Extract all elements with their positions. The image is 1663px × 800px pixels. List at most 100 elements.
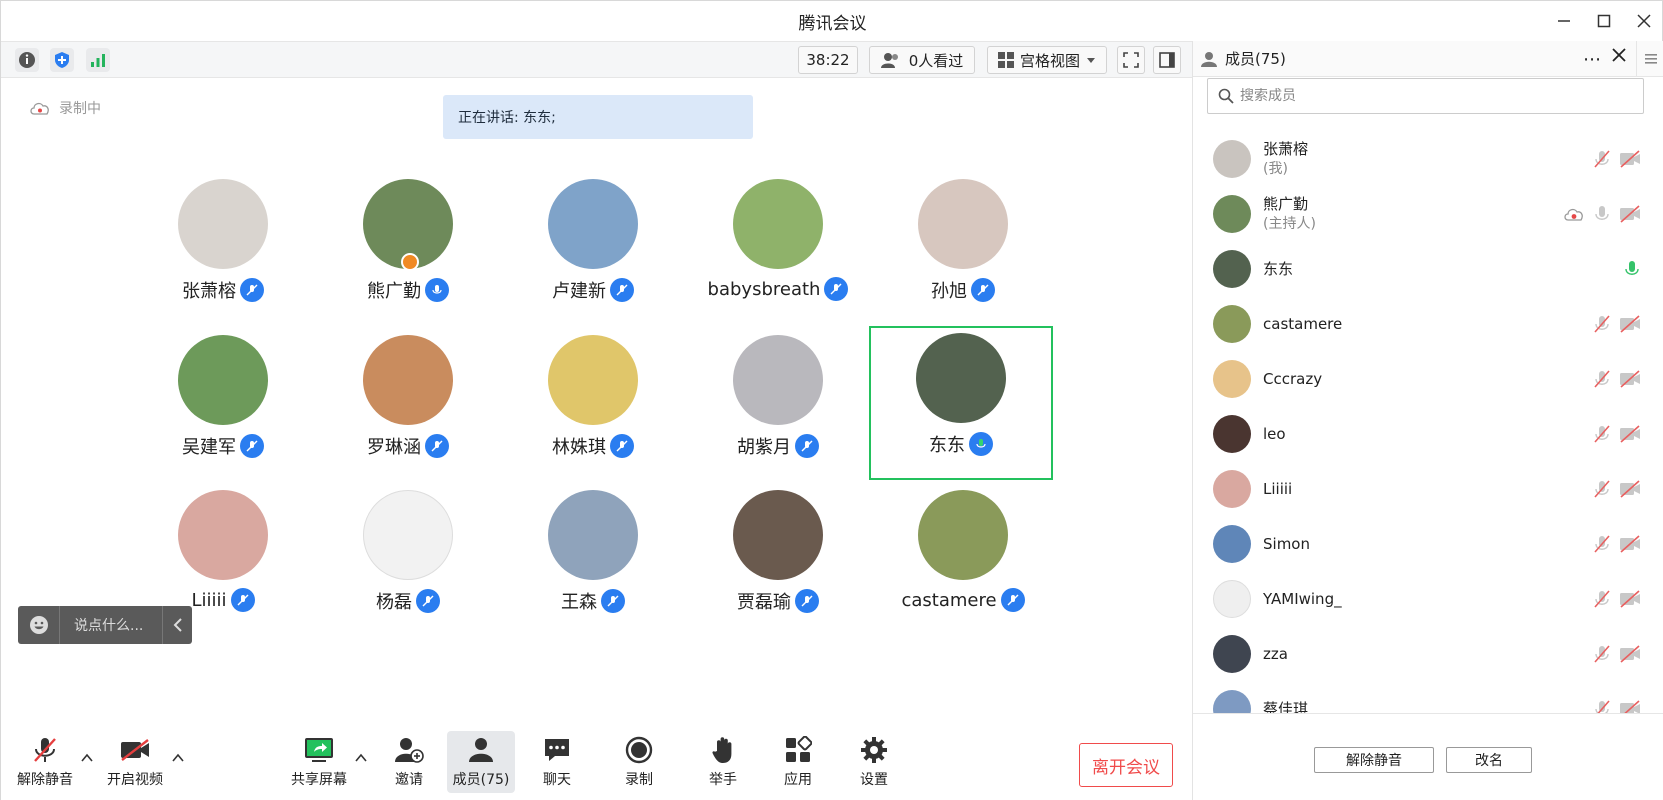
more-options-icon[interactable]: ⋯: [1583, 49, 1602, 70]
members-button[interactable]: 成员(75): [447, 731, 515, 793]
chat-input-placeholder[interactable]: 说点什么...: [60, 615, 162, 635]
chat-button[interactable]: 聊天: [535, 731, 579, 793]
security-shield-icon[interactable]: [50, 48, 74, 72]
participant-tile[interactable]: 杨磊: [316, 478, 500, 632]
share-screen-button[interactable]: 共享屏幕: [291, 731, 347, 793]
camera-off-icon[interactable]: [1619, 315, 1641, 333]
list-item[interactable]: zza: [1193, 626, 1663, 681]
minimize-button[interactable]: [1544, 1, 1584, 41]
mic-muted-icon: [416, 589, 440, 613]
info-icon[interactable]: [15, 48, 39, 72]
avatar: [1213, 469, 1251, 508]
close-window-button[interactable]: [1624, 1, 1663, 41]
close-panel-icon[interactable]: [1612, 48, 1626, 66]
participant-tile[interactable]: 熊广勤: [316, 167, 500, 321]
list-item[interactable]: Liiiii: [1193, 461, 1663, 516]
mic-icon[interactable]: [1593, 204, 1611, 224]
camera-off-icon[interactable]: [1619, 700, 1641, 713]
collapse-chat-icon[interactable]: [162, 606, 192, 644]
mic-muted-icon[interactable]: [1593, 314, 1611, 334]
invite-button[interactable]: 邀请: [387, 731, 431, 793]
avatar: [733, 490, 823, 580]
participant-tile[interactable]: 王森: [501, 478, 685, 632]
caret-down-icon: [1087, 58, 1095, 63]
mic-muted-icon: [240, 278, 264, 302]
camera-off-icon[interactable]: [1619, 150, 1641, 168]
mic-muted-icon[interactable]: [1593, 149, 1611, 169]
participant-tile[interactable]: 张萧榕: [131, 167, 315, 321]
side-panel-toggle-button[interactable]: [1153, 46, 1181, 74]
list-item[interactable]: 蔡佳琪: [1193, 681, 1663, 713]
list-item[interactable]: 东东: [1193, 241, 1663, 296]
list-item[interactable]: leo: [1193, 406, 1663, 461]
audio-options-caret-icon[interactable]: [80, 751, 94, 765]
camera-off-icon[interactable]: [1619, 480, 1641, 498]
record-button[interactable]: 录制: [617, 731, 661, 793]
cloud-record-icon: [1564, 208, 1583, 221]
participant-name: 林姝琪: [552, 437, 606, 458]
maximize-button[interactable]: [1584, 1, 1624, 41]
member-name: zza: [1263, 644, 1288, 663]
mic-muted-icon[interactable]: [1593, 589, 1611, 609]
participant-tile[interactable]: 吴建军: [131, 323, 315, 477]
list-item[interactable]: Simon: [1193, 516, 1663, 571]
member-search-box[interactable]: [1207, 78, 1644, 114]
avatar: [1213, 634, 1251, 673]
raise-hand-button[interactable]: 举手: [701, 731, 745, 793]
leave-meeting-button[interactable]: 离开会议: [1079, 743, 1173, 787]
camera-off-icon[interactable]: [1619, 425, 1641, 443]
avatar: [548, 490, 638, 580]
participant-tile[interactable]: 孙旭: [871, 167, 1055, 321]
camera-off-icon[interactable]: [1619, 645, 1641, 663]
share-options-caret-icon[interactable]: [354, 751, 368, 765]
view-mode-dropdown[interactable]: 宫格视图: [987, 46, 1107, 74]
window-title: 腾讯会议: [798, 13, 867, 34]
active-speaker-tile[interactable]: 东东: [869, 326, 1053, 480]
video-options-caret-icon[interactable]: [171, 751, 185, 765]
emoji-icon[interactable]: [18, 606, 60, 644]
camera-off-icon[interactable]: [1619, 535, 1641, 553]
fullscreen-button[interactable]: [1117, 46, 1145, 74]
start-video-button[interactable]: 开启视频: [105, 731, 165, 793]
unmute-all-button[interactable]: 解除静音: [1314, 747, 1434, 773]
mic-muted-icon[interactable]: [1593, 534, 1611, 554]
search-icon: [1218, 88, 1234, 104]
mic-muted-icon[interactable]: [1593, 369, 1611, 389]
camera-off-icon[interactable]: [1619, 590, 1641, 608]
list-item[interactable]: 张萧榕 (我): [1193, 131, 1663, 186]
host-badge-icon: [401, 253, 419, 271]
mic-muted-icon: [601, 589, 625, 613]
participant-tile[interactable]: 胡紫月: [686, 323, 870, 477]
members-panel: 成员(75) ⋯ 张萧榕 (我) 熊广勤 (主持人): [1192, 41, 1663, 800]
list-item[interactable]: YAMIwing_: [1193, 571, 1663, 626]
member-search-input[interactable]: [1240, 88, 1620, 104]
camera-off-icon[interactable]: [1619, 205, 1641, 223]
mic-speaking-icon[interactable]: [1623, 259, 1641, 279]
mic-muted-icon[interactable]: [1593, 424, 1611, 444]
mic-muted-icon[interactable]: [1593, 479, 1611, 499]
viewers-button[interactable]: 0人看过: [869, 46, 975, 74]
participant-tile[interactable]: 贾磊瑜: [686, 478, 870, 632]
apps-button[interactable]: 应用: [776, 731, 820, 793]
participant-tile[interactable]: babysbreath: [686, 167, 870, 321]
panel-menu-icon[interactable]: [1636, 41, 1663, 77]
quick-chat-box[interactable]: 说点什么...: [18, 606, 192, 644]
mic-muted-icon[interactable]: [1593, 699, 1611, 713]
participant-tile[interactable]: 林姝琪: [501, 323, 685, 477]
list-item[interactable]: Cccrazy: [1193, 351, 1663, 406]
list-item[interactable]: castamere: [1193, 296, 1663, 351]
participant-tile[interactable]: castamere: [871, 478, 1055, 632]
mic-muted-icon[interactable]: [1593, 644, 1611, 664]
settings-button[interactable]: 设置: [852, 731, 896, 793]
rename-button[interactable]: 改名: [1446, 747, 1532, 773]
unmute-button[interactable]: 解除静音: [15, 731, 75, 793]
meeting-window: 腾讯会议 38:22 0人看过 宫格视图 录制中 正在讲话: 东东; 张萧榕 熊…: [0, 0, 1663, 800]
meeting-timer: 38:22: [798, 46, 858, 74]
members-label: 成员(75): [452, 772, 510, 788]
participant-tile[interactable]: 卢建新: [501, 167, 685, 321]
participant-tile[interactable]: 罗琳涵: [316, 323, 500, 477]
camera-off-icon[interactable]: [1619, 370, 1641, 388]
network-signal-icon[interactable]: [86, 48, 110, 72]
member-name: Cccrazy: [1263, 369, 1323, 388]
list-item[interactable]: 熊广勤 (主持人): [1193, 186, 1663, 241]
